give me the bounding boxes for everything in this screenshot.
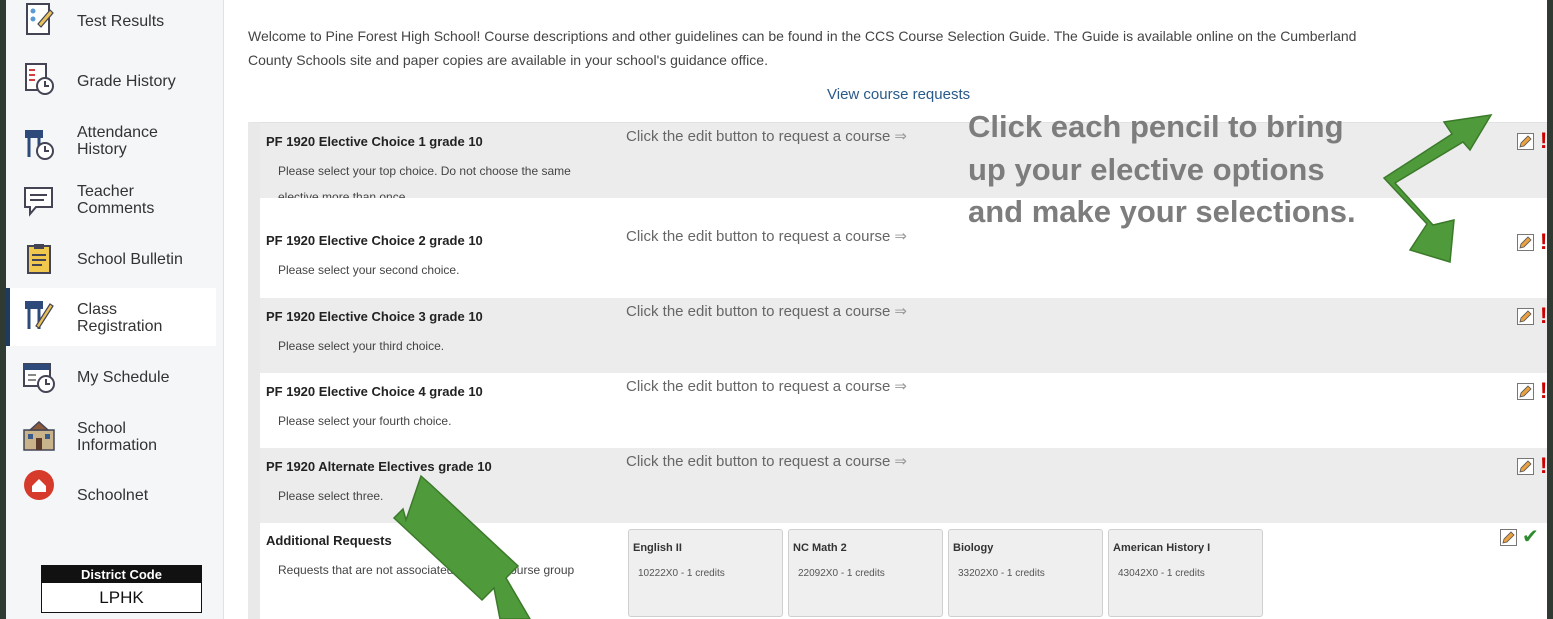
course-group-title: PF 1920 Elective Choice 3 grade 10 xyxy=(266,309,483,324)
sidebar-item-my-schedule[interactable]: My Schedule xyxy=(6,356,216,400)
pencil-icon[interactable] xyxy=(1517,234,1534,251)
course-name: Biology xyxy=(953,542,994,554)
exclamation-icon: ! xyxy=(1540,378,1547,403)
exclamation-icon: ! xyxy=(1540,453,1547,478)
sidebar-item-label: Grade History xyxy=(77,73,176,90)
additional-requests-row: Additional Requests Requests that are no… xyxy=(260,523,1547,619)
course-group-title: PF 1920 Elective Choice 4 grade 10 xyxy=(266,384,483,399)
sidebar-item-class-registration[interactable]: Class Registration xyxy=(6,288,216,346)
pencil-icon[interactable] xyxy=(1500,529,1517,546)
teacher-comments-icon xyxy=(24,187,53,217)
course-code: 10222X0 - 1 credits xyxy=(638,568,725,579)
welcome-line-1: Welcome to Pine Forest High School! Cour… xyxy=(248,28,1357,44)
school-information-icon xyxy=(23,420,55,451)
course-group-title: PF 1920 Elective Choice 2 grade 10 xyxy=(266,233,483,248)
exclamation-icon: ! xyxy=(1540,128,1547,153)
instruction-callout: Click each pencil to bring up your elect… xyxy=(968,109,1356,229)
welcome-message: Welcome to Pine Forest High School! Cour… xyxy=(248,24,1547,72)
sidebar: Test Results Grade History Attendance Hi… xyxy=(6,0,224,619)
welcome-line-2: County Schools site and paper copies are… xyxy=(248,52,768,68)
schoolnet-icon xyxy=(24,470,54,500)
course-code: 43042X0 - 1 credits xyxy=(1118,568,1205,579)
view-course-requests-link[interactable]: View course requests xyxy=(827,86,970,103)
sidebar-item-test-results[interactable]: Test Results xyxy=(6,0,216,42)
course-card-american-history-i[interactable]: American History I 43042X0 - 1 credits xyxy=(1108,529,1263,617)
course-group-row: PF 1920 Alternate Electives grade 10 Ple… xyxy=(260,448,1547,523)
sidebar-item-grade-history[interactable]: Grade History xyxy=(6,56,216,106)
sidebar-item-label: Schoolnet xyxy=(77,487,149,504)
arrow-right-icon: ⇒ xyxy=(894,378,907,395)
sidebar-item-label: School Information xyxy=(77,420,158,454)
grade-history-icon xyxy=(25,63,54,95)
course-group-row: PF 1920 Elective Choice 3 grade 10 Pleas… xyxy=(260,298,1547,373)
pencil-icon[interactable] xyxy=(1517,133,1534,150)
sidebar-item-label: Attendance History xyxy=(77,124,158,158)
sidebar-item-label: My Schedule xyxy=(77,369,170,386)
course-group-title: Additional Requests xyxy=(266,533,392,548)
pencil-icon[interactable] xyxy=(1517,308,1534,325)
sidebar-item-label: Test Results xyxy=(77,13,165,30)
class-registration-icon xyxy=(25,301,54,329)
sidebar-item-teacher-comments[interactable]: Teacher Comments xyxy=(6,178,216,228)
course-group-description: Please select your fourth choice. xyxy=(278,414,452,428)
course-group-title: PF 1920 Elective Choice 1 grade 10 xyxy=(266,134,483,149)
course-card-english-ii[interactable]: English II 10222X0 - 1 credits xyxy=(628,529,783,617)
exclamation-icon: ! xyxy=(1540,303,1547,328)
arrow-right-icon: ⇒ xyxy=(894,128,907,145)
district-code-value: LPHK xyxy=(99,588,144,607)
request-prompt: Click the edit button to request a cours… xyxy=(626,453,907,470)
sidebar-item-label: Class Registration xyxy=(77,301,163,335)
course-group-description: Please select your third choice. xyxy=(278,339,445,353)
request-prompt: Click the edit button to request a cours… xyxy=(626,378,907,395)
arrow-right-icon: ⇒ xyxy=(894,303,907,320)
attendance-history-icon xyxy=(25,130,54,160)
exclamation-icon: ! xyxy=(1540,229,1547,254)
course-group-description: Please select three. xyxy=(278,489,384,503)
request-prompt: Click the edit button to request a cours… xyxy=(626,128,907,145)
course-code: 22092X0 - 1 credits xyxy=(798,568,885,579)
course-name: American History I xyxy=(1113,542,1211,554)
sidebar-item-label: School Bulletin xyxy=(77,251,183,268)
course-name: NC Math 2 xyxy=(793,542,847,554)
sidebar-item-school-information[interactable]: School Information xyxy=(6,412,216,460)
sidebar-item-school-bulletin[interactable]: School Bulletin xyxy=(6,238,216,280)
pencil-icon[interactable] xyxy=(1517,383,1534,400)
district-code-label: District Code xyxy=(42,566,201,583)
my-schedule-icon xyxy=(23,363,55,393)
course-group-row: PF 1920 Elective Choice 4 grade 10 Pleas… xyxy=(260,373,1547,448)
sidebar-item-schoolnet[interactable]: Schoolnet xyxy=(6,468,216,520)
district-code-box: District Code LPHK xyxy=(41,565,202,613)
checkmark-icon: ✔ xyxy=(1522,526,1539,548)
sidebar-item-attendance-history[interactable]: Attendance History xyxy=(6,119,216,169)
course-group-title: PF 1920 Alternate Electives grade 10 xyxy=(266,459,492,474)
course-card-nc-math-2[interactable]: NC Math 2 22092X0 - 1 credits xyxy=(788,529,943,617)
test-results-icon xyxy=(26,3,54,35)
main-content: Welcome to Pine Forest High School! Cour… xyxy=(224,0,1547,619)
arrow-right-icon: ⇒ xyxy=(894,453,907,470)
course-card-biology[interactable]: Biology 33202X0 - 1 credits xyxy=(948,529,1103,617)
request-prompt: Click the edit button to request a cours… xyxy=(626,303,907,320)
pencil-icon[interactable] xyxy=(1517,458,1534,475)
course-code: 33202X0 - 1 credits xyxy=(958,568,1045,579)
app-frame: Test Results Grade History Attendance Hi… xyxy=(6,0,1547,619)
arrow-right-icon: ⇒ xyxy=(894,228,907,245)
school-bulletin-icon xyxy=(27,244,51,274)
course-group-description: Please select your second choice. xyxy=(278,263,460,277)
request-prompt: Click the edit button to request a cours… xyxy=(626,228,907,245)
course-name: English II xyxy=(633,542,682,554)
sidebar-item-label: Teacher Comments xyxy=(77,183,155,217)
course-group-description: Requests that are not associated with an… xyxy=(278,563,575,577)
